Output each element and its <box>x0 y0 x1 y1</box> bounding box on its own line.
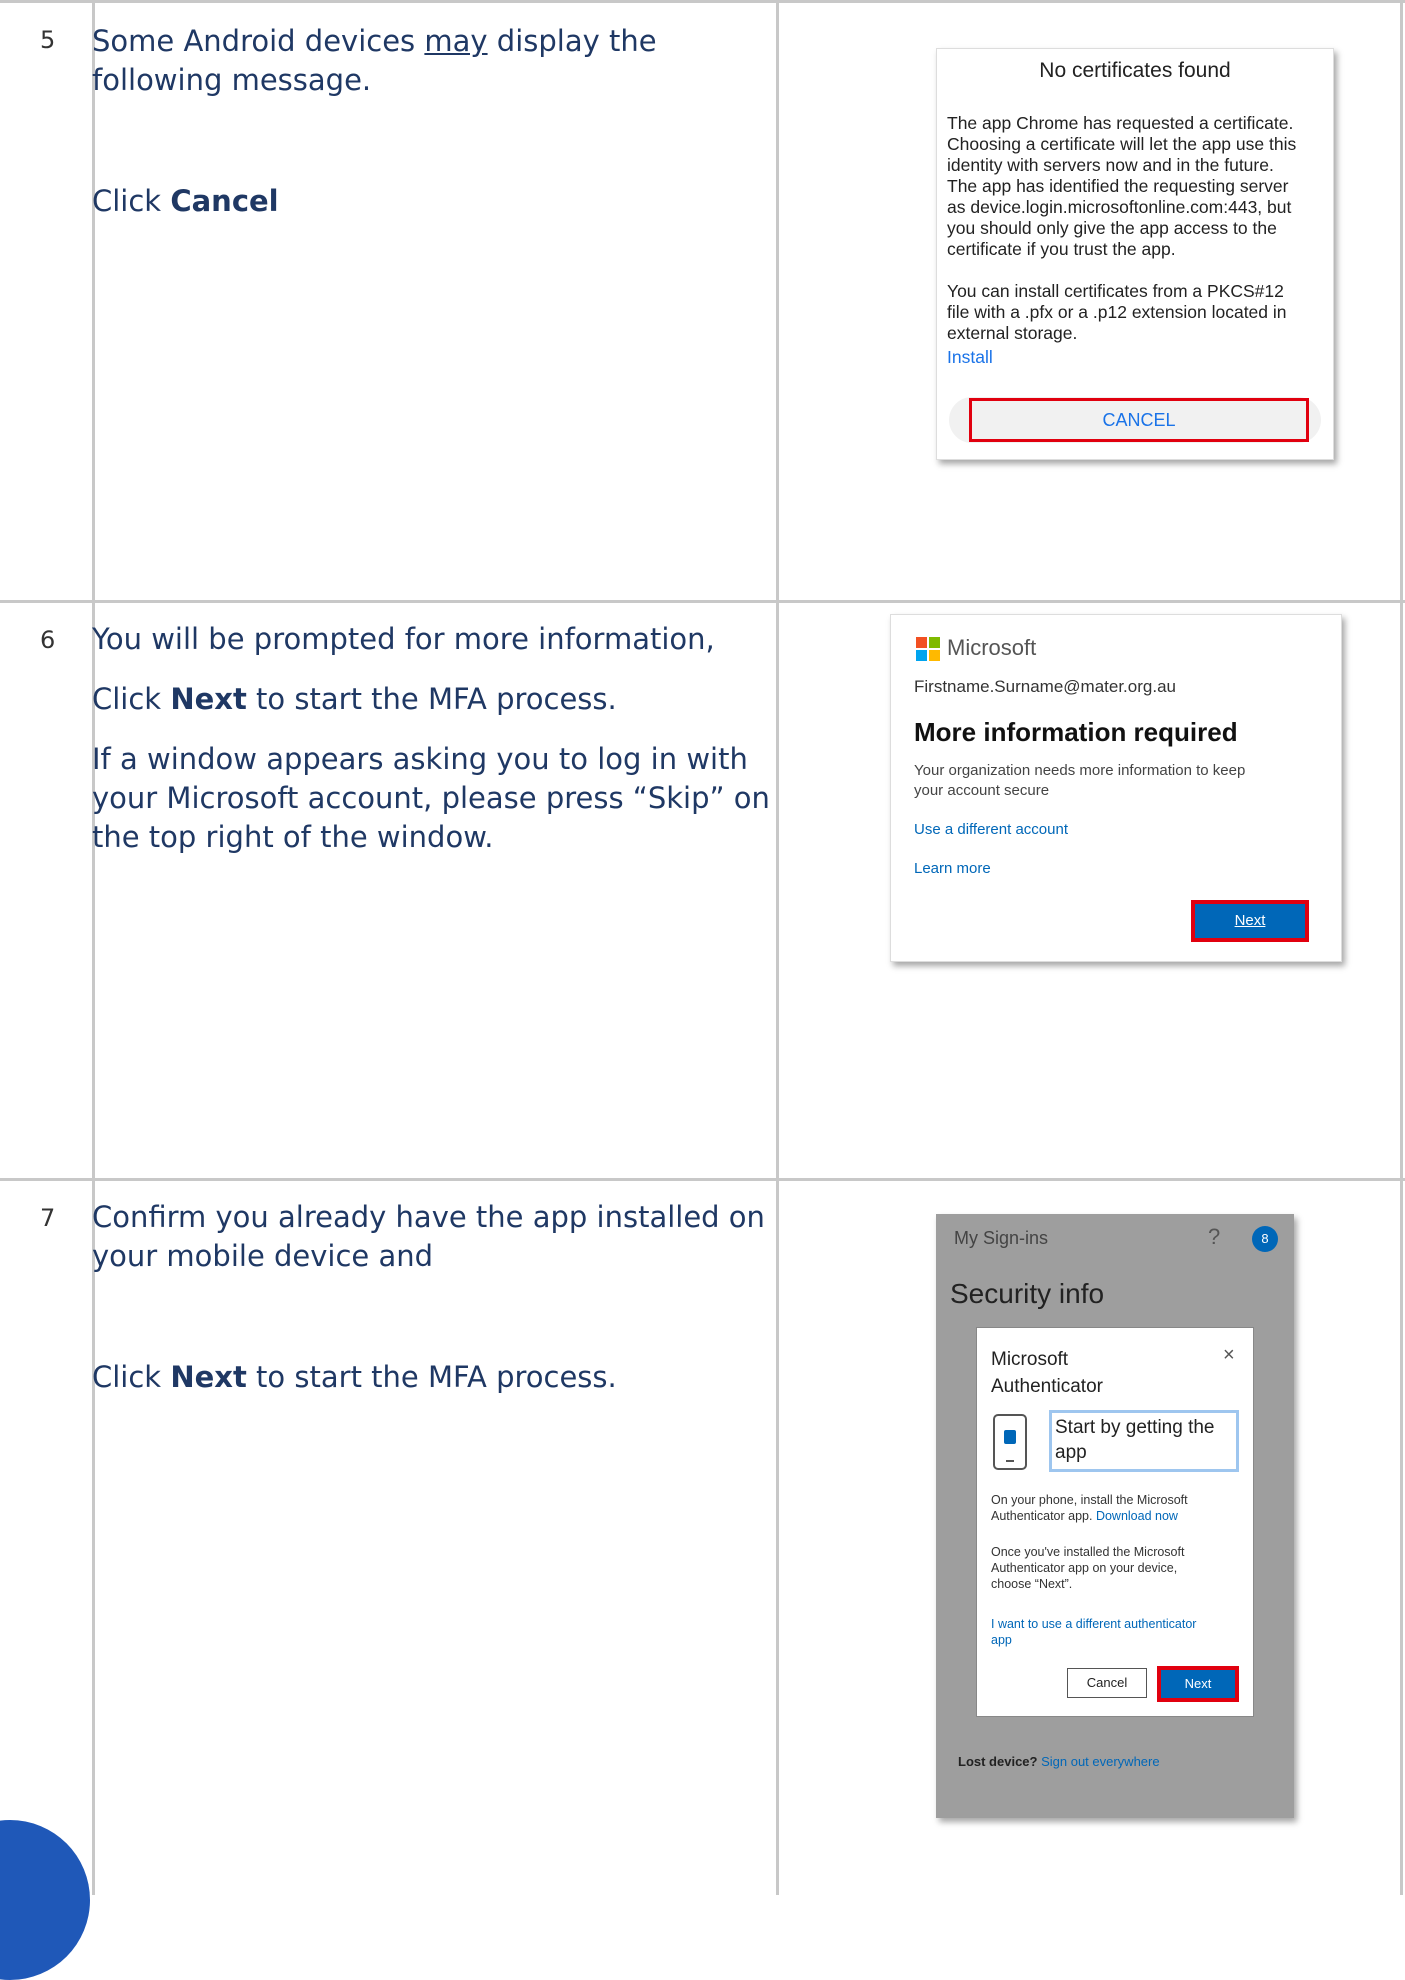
avatar[interactable]: 8 <box>1252 1226 1278 1252</box>
install-instructions: On your phone, install the Microsoft Aut… <box>991 1492 1241 1524</box>
step-5-text: Some Android devices may display the fol… <box>92 22 657 100</box>
step-7-instruction: Click Next to start the MFA process. <box>92 1358 617 1397</box>
security-info-heading: Security info <box>950 1278 1105 1309</box>
start-line: Start by getting the <box>1055 1417 1215 1438</box>
body-line: certificate if you trust the app. <box>947 239 1176 259</box>
microsoft-signin-dialog: Microsoft Firstname.Surname@mater.org.au… <box>890 614 1342 962</box>
lost-device-text: Lost device? Sign out everywhere <box>958 1754 1160 1769</box>
body-line: you should only give the app access to t… <box>947 218 1277 238</box>
instr-line: choose “Next”. <box>991 1577 1073 1591</box>
body-line: identity with servers now and in the fut… <box>947 155 1274 175</box>
authenticator-dialog: Microsoft Authenticator × Start by getti… <box>976 1327 1254 1717</box>
different-authenticator-link[interactable]: I want to use a different authenticator … <box>991 1616 1241 1648</box>
step-number: 6 <box>40 626 56 654</box>
instruction-suffix: to start the MFA process. <box>246 1360 617 1394</box>
table-border-row1 <box>0 600 1405 603</box>
step-number: 7 <box>40 1204 56 1232</box>
help-icon[interactable]: ? <box>1208 1224 1220 1250</box>
my-signins-title: My Sign-ins <box>954 1228 1049 1248</box>
table-border-top <box>0 0 1405 3</box>
next-button[interactable]: Next <box>1191 900 1309 942</box>
next-button[interactable]: Next <box>1157 1666 1239 1702</box>
start-line: app <box>1055 1442 1087 1463</box>
table-border-right <box>1400 0 1403 1895</box>
step-5-line: Some Android devices <box>92 24 425 58</box>
logo-square <box>929 637 940 648</box>
table-border-row2 <box>0 1178 1405 1181</box>
intro-line: Confirm you already have the app install… <box>92 1200 765 1234</box>
phone-home-bar <box>1006 1460 1014 1462</box>
brand-name: Microsoft <box>947 635 1037 660</box>
lost-device-label: Lost device? <box>958 1754 1042 1769</box>
instr-text: Authenticator app. <box>991 1509 1096 1523</box>
sign-out-everywhere-link[interactable]: Sign out everywhere <box>1041 1754 1160 1769</box>
dialog-title: Microsoft Authenticator <box>991 1346 1103 1400</box>
step-5-line: display the <box>487 24 657 58</box>
step-number: 5 <box>40 26 56 54</box>
intro-line: your mobile device and <box>92 1239 434 1273</box>
security-info-screen: My Sign-ins ? 8 Security info Microsoft … <box>936 1214 1294 1818</box>
link-line: app <box>991 1633 1012 1647</box>
step-7-intro: Confirm you already have the app install… <box>92 1198 765 1276</box>
start-heading: Start by getting the app <box>1049 1410 1239 1472</box>
next-label: Next <box>170 1360 247 1394</box>
dialog-title: No certificates found <box>1039 59 1231 82</box>
instr-line: Authenticator app on your device, <box>991 1561 1178 1575</box>
learn-more-link[interactable]: Learn more <box>914 860 991 877</box>
link-line: I want to use a different authenticator <box>991 1617 1197 1631</box>
cancel-button[interactable]: CANCEL <box>969 398 1309 442</box>
title-line: Microsoft <box>991 1349 1069 1370</box>
step-5-instruction: Click Cancel <box>92 182 279 221</box>
click-prefix: Click <box>92 1360 171 1394</box>
title-line: Authenticator <box>991 1376 1103 1397</box>
step-5-line: following message. <box>92 63 372 97</box>
lock-glyph <box>1004 1430 1016 1444</box>
instruction-suffix: to start the MFA process. <box>246 682 617 716</box>
account-email: Firstname.Surname@mater.org.au <box>914 677 1176 696</box>
close-icon[interactable]: × <box>1223 1344 1235 1367</box>
step-6-intro: You will be prompted for more informatio… <box>92 622 715 656</box>
certificate-dialog: No certificates found The app Chrome has… <box>936 48 1334 460</box>
body-line: The app has identified the requesting se… <box>947 176 1289 196</box>
body-line: Choosing a certificate will let the app … <box>947 134 1297 154</box>
body-line: You can install certificates from a PKCS… <box>947 281 1284 301</box>
instr-line: Authenticator app. Download now <box>991 1508 1241 1524</box>
install-link[interactable]: Install <box>947 347 1327 368</box>
use-different-account-link[interactable]: Use a different account <box>914 821 1068 838</box>
download-now-link[interactable]: Download now <box>1096 1509 1178 1523</box>
logo-square <box>929 650 940 661</box>
step-6-instruction: Click Next to start the MFA process. <box>92 680 617 719</box>
decorative-corner-shape <box>0 1820 90 1980</box>
paragraph-line: your account secure <box>914 782 1050 799</box>
logo-square <box>916 637 927 648</box>
microsoft-logo-icon <box>916 637 940 661</box>
table-border-col2 <box>776 0 779 1895</box>
next-instructions: Once you've installed the Microsoft Auth… <box>991 1544 1241 1592</box>
cancel-label: Cancel <box>170 184 279 218</box>
click-prefix: Click <box>92 682 171 716</box>
body-line: as device.login.microsoftonline.com:443,… <box>947 197 1292 217</box>
instr-line: Once you've installed the Microsoft <box>991 1545 1185 1559</box>
cancel-button[interactable]: Cancel <box>1067 1668 1147 1698</box>
step-6-note: If a window appears asking you to log in… <box>92 740 770 857</box>
note-line: If a window appears asking you to log in… <box>92 742 748 776</box>
dialog-paragraph: Your organization needs more information… <box>914 761 1314 801</box>
click-prefix: Click <box>92 184 171 218</box>
paragraph-line: Your organization needs more information… <box>914 762 1246 779</box>
body-line: file with a .pfx or a .p12 extension loc… <box>947 302 1287 322</box>
dialog-heading: More information required <box>914 717 1238 747</box>
logo-square <box>916 650 927 661</box>
next-label: Next <box>170 682 247 716</box>
phone-lock-icon <box>993 1414 1027 1470</box>
instr-line: On your phone, install the Microsoft <box>991 1493 1188 1507</box>
body-line: The app Chrome has requested a certifica… <box>947 113 1294 133</box>
body-line: external storage. <box>947 323 1078 343</box>
note-line: your Microsoft account, please press “Sk… <box>92 781 770 815</box>
note-line: the top right of the window. <box>92 820 494 854</box>
step-5-emphasis: may <box>424 24 488 58</box>
dialog-body: The app Chrome has requested a certifica… <box>947 113 1327 368</box>
table-border-col1 <box>92 0 95 1895</box>
